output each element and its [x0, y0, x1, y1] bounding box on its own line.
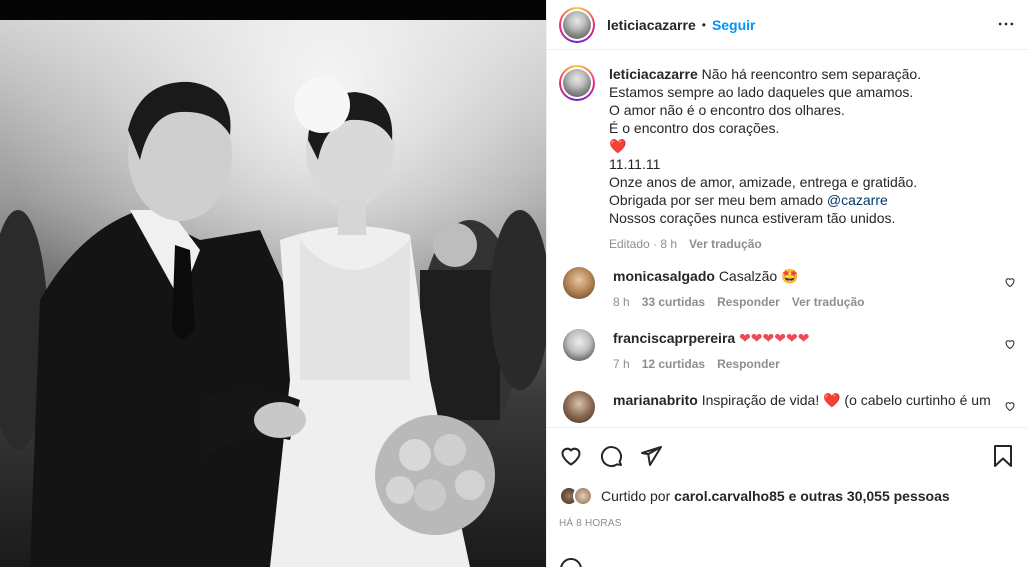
liked-by-count[interactable]: e outras 30,055 pessoas	[789, 488, 950, 504]
comment-likes[interactable]: 12 curtidas	[642, 355, 705, 373]
post-timestamp: HÁ 8 HORAS	[559, 518, 622, 529]
heart-emoji: ❤️	[609, 138, 627, 154]
comment-icon[interactable]	[599, 436, 639, 476]
commenter-avatar[interactable]	[563, 329, 595, 361]
share-icon[interactable]	[639, 436, 679, 476]
liked-by-user[interactable]: carol.carvalho85	[674, 488, 785, 504]
mention-link[interactable]: @cazarre	[827, 192, 888, 208]
liked-by: Curtido por carol.carvalho85 e outras 30…	[559, 484, 1016, 508]
more-icon[interactable]	[994, 12, 1018, 36]
see-translation-link[interactable]: Ver tradução	[689, 235, 762, 253]
commenter-username[interactable]: monicasalgado	[613, 268, 715, 284]
caption-line: Estamos sempre ao lado daqueles que amam…	[609, 84, 914, 100]
post-photo[interactable]	[0, 0, 546, 567]
post-header: leticiacazarre • Seguir	[547, 0, 1028, 50]
wedding-photo	[0, 0, 546, 567]
caption-line: Obrigada por ser meu bem amado	[609, 192, 823, 208]
comment-like-heart-icon[interactable]	[1004, 275, 1016, 288]
comment-time: 8 h	[613, 295, 630, 309]
liked-by-prefix: Curtido por	[601, 488, 671, 504]
emoji-icon[interactable]	[559, 557, 583, 567]
comment-item: marianabrito Inspiração de vida! ❤️ (o c…	[559, 391, 1016, 423]
liked-avatars[interactable]	[559, 486, 593, 506]
comment-text: ❤❤❤❤❤❤	[739, 330, 810, 346]
commenter-avatar[interactable]	[563, 391, 595, 423]
caption-text: leticiacazarre Não há reencontro sem sep…	[609, 65, 999, 253]
caption-line: É o encontro dos corações.	[609, 120, 780, 136]
caption-username[interactable]: leticiacazarre	[609, 66, 698, 82]
caption-line: 11.11.11	[609, 156, 661, 172]
caption-line: O amor não é o encontro dos olhares.	[609, 102, 845, 118]
comment-likes[interactable]: 33 curtidas	[642, 293, 705, 311]
caption-avatar[interactable]	[559, 65, 595, 101]
caption-line: Onze anos de amor, amizade, entrega e gr…	[609, 174, 918, 190]
caption: leticiacazarre Não há reencontro sem sep…	[559, 65, 1016, 253]
post-panel: leticiacazarre • Seguir leticiacazarre N…	[546, 0, 1028, 567]
commenter-username[interactable]: marianabrito	[613, 392, 698, 408]
comment-like-heart-icon[interactable]	[1004, 337, 1016, 350]
comment-item: monicasalgado Casalzão 🤩 8 h 33 curtidas…	[559, 267, 1016, 311]
caption-line: Não há reencontro sem separação.	[701, 66, 922, 82]
comment-item: franciscaprpereira ❤❤❤❤❤❤ 7 h 12 curtida…	[559, 329, 1016, 373]
author-avatar[interactable]	[559, 6, 595, 43]
commenter-avatar[interactable]	[563, 267, 595, 299]
edited-time: Editado · 8 h	[609, 237, 678, 251]
comments-list[interactable]: leticiacazarre Não há reencontro sem sep…	[547, 51, 1028, 426]
post-actions: Curtido por carol.carvalho85 e outras 30…	[547, 427, 1028, 567]
comment-text: Casalzão 🤩	[718, 268, 799, 284]
bookmark-icon[interactable]	[992, 436, 1016, 476]
comment-like-heart-icon[interactable]	[1004, 399, 1016, 412]
reply-button[interactable]: Responder	[717, 293, 780, 311]
reply-button[interactable]: Responder	[717, 355, 780, 373]
author-username[interactable]: leticiacazarre	[607, 17, 696, 33]
comment-text: Inspiração de vida! ❤️ (o cabelo curtinh…	[701, 392, 991, 408]
see-translation-link[interactable]: Ver tradução	[792, 293, 865, 311]
heart-icon[interactable]	[559, 436, 599, 476]
separator-dot: •	[701, 17, 706, 32]
caption-line: Nossos corações nunca estiveram tão unid…	[609, 210, 896, 226]
follow-button[interactable]: Seguir	[712, 17, 756, 33]
commenter-username[interactable]: franciscaprpereira	[613, 330, 735, 346]
comment-time: 7 h	[613, 357, 630, 371]
